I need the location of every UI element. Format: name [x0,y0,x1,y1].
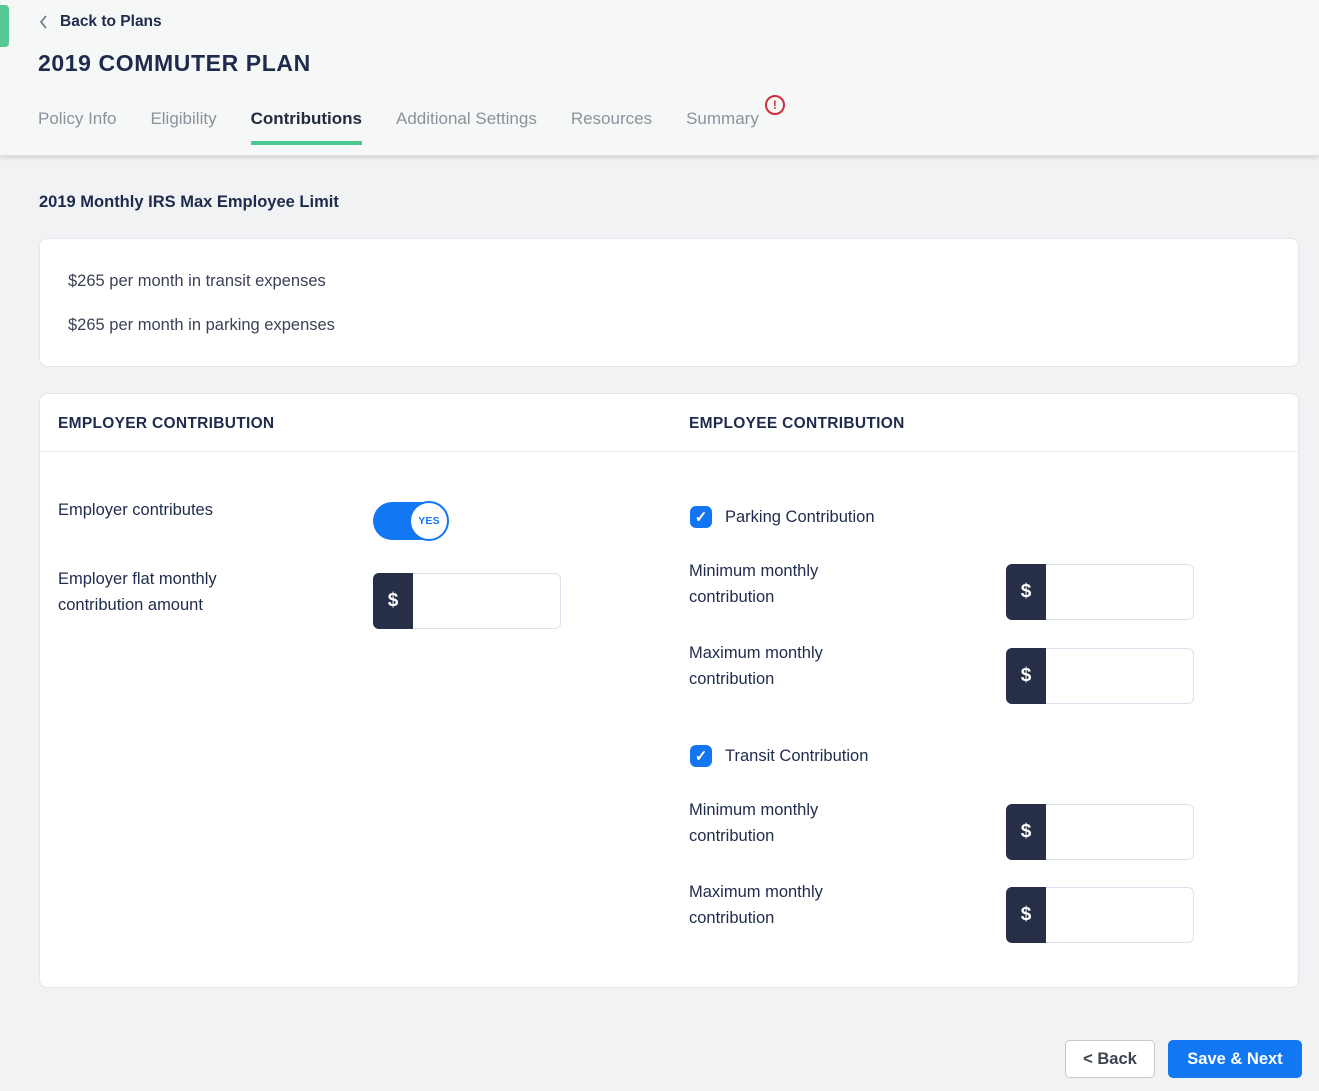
employer-contribution-heading: EMPLOYER CONTRIBUTION [58,415,274,433]
dollar-prefix-icon: $ [373,573,413,629]
transit-max-input[interactable] [1046,887,1194,943]
transit-contribution-checkbox[interactable]: ✓ [690,745,712,767]
transit-min-input[interactable] [1046,804,1194,860]
irs-parking-limit-text: $265 per month in parking expenses [68,316,335,335]
back-button[interactable]: < Back [1065,1040,1155,1078]
transit-contribution-label: Transit Contribution [725,747,868,766]
parking-max-group: $ [1006,648,1194,704]
employer-contributes-toggle[interactable]: YES [373,502,449,540]
employer-flat-amount-group: $ [373,573,561,629]
dollar-prefix-icon: $ [1006,804,1046,860]
save-and-next-button[interactable]: Save & Next [1168,1040,1302,1078]
toggle-knob: YES [409,501,449,541]
transit-max-group: $ [1006,887,1194,943]
employer-contributes-label: Employer contributes [58,497,213,523]
dollar-prefix-icon: $ [1006,648,1046,704]
transit-min-label: Minimum monthly contribution [689,797,889,849]
tab-bar: Policy Info Eligibility Contributions Ad… [38,109,759,145]
dollar-prefix-icon: $ [1006,564,1046,620]
parking-contribution-checkbox[interactable]: ✓ [690,506,712,528]
parking-contribution-label: Parking Contribution [725,508,875,527]
parking-min-label: Minimum monthly contribution [689,558,889,610]
transit-max-label: Maximum monthly contribution [689,879,889,931]
employee-contribution-heading: EMPLOYEE CONTRIBUTION [689,415,905,433]
page-title: 2019 COMMUTER PLAN [38,50,311,77]
transit-min-group: $ [1006,804,1194,860]
employer-flat-amount-input[interactable] [413,573,561,629]
irs-limit-card: $265 per month in transit expenses $265 … [39,238,1299,367]
irs-limit-heading: 2019 Monthly IRS Max Employee Limit [39,193,339,212]
back-link-label: Back to Plans [60,13,162,31]
checkmark-icon: ✓ [695,510,708,525]
irs-transit-limit-text: $265 per month in transit expenses [68,272,326,291]
tab-summary[interactable]: Summary ! [686,109,759,141]
tab-additional-settings[interactable]: Additional Settings [396,109,537,141]
tab-eligibility[interactable]: Eligibility [150,109,216,141]
parking-max-input[interactable] [1046,648,1194,704]
contribution-card: EMPLOYER CONTRIBUTION EMPLOYEE CONTRIBUT… [39,393,1299,988]
parking-min-input[interactable] [1046,564,1194,620]
tab-summary-label: Summary [686,109,759,128]
tab-policy-info[interactable]: Policy Info [38,109,116,141]
checkmark-icon: ✓ [695,749,708,764]
chevron-left-icon [38,14,49,30]
page-header: Back to Plans 2019 COMMUTER PLAN Policy … [0,0,1319,156]
parking-max-label: Maximum monthly contribution [689,640,889,692]
tab-resources[interactable]: Resources [571,109,652,141]
error-alert-icon: ! [765,95,785,115]
tab-contributions[interactable]: Contributions [251,109,362,145]
dollar-prefix-icon: $ [1006,887,1046,943]
back-to-plans-link[interactable]: Back to Plans [38,13,162,31]
accent-bar [0,5,9,47]
card-header-divider [40,451,1298,452]
parking-min-group: $ [1006,564,1194,620]
employer-flat-amount-label: Employer flat monthly contribution amoun… [58,566,298,618]
